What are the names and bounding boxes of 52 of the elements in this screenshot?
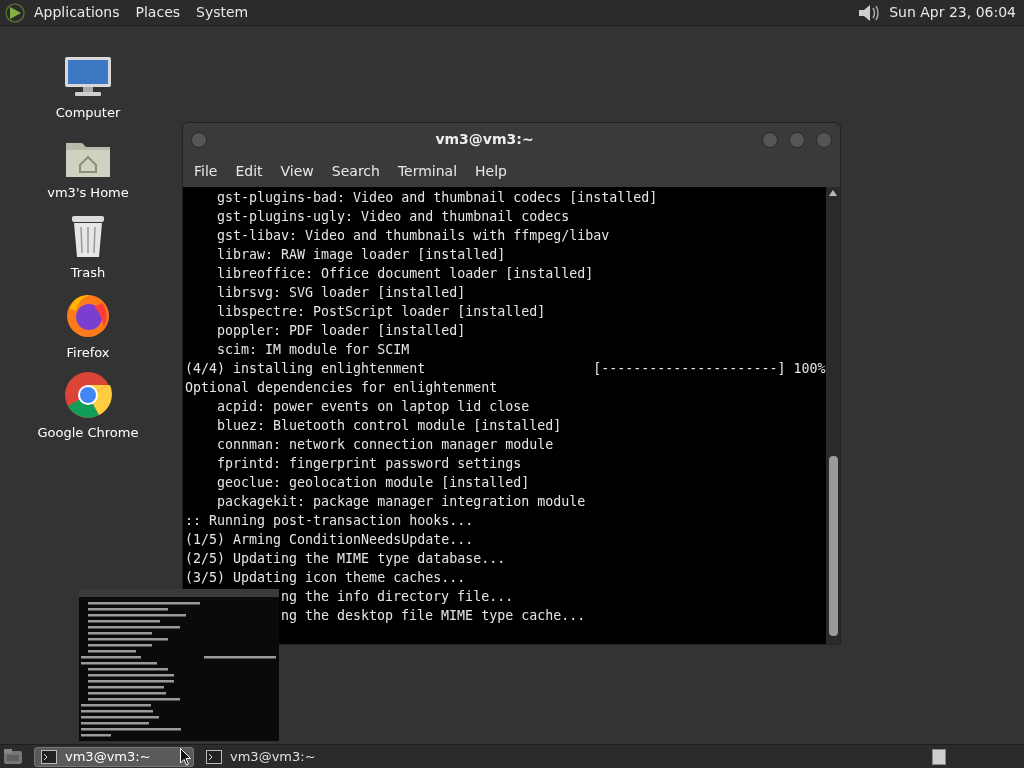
chrome-icon[interactable] xyxy=(64,370,112,419)
terminal-line: gst-plugins-bad: Video and thumbnail codecs [installed] xyxy=(216,190,658,205)
scroll-up-icon[interactable] xyxy=(829,190,837,196)
menu-item[interactable]: View xyxy=(273,161,321,182)
mouse-cursor-icon xyxy=(180,748,191,766)
terminal-line: acpid: power events on laptop lid close xyxy=(216,399,530,414)
terminal-line: gst-libav: Video and thumbnails with ffmpeg/libav xyxy=(216,228,610,243)
terminal-line: (2/5) Updating the MIME type database... xyxy=(185,551,506,566)
menu-item[interactable]: Help xyxy=(468,161,514,182)
terminal-line: libreoffice: Office document loader [installed] xyxy=(216,266,594,281)
terminal-icon xyxy=(41,749,57,764)
terminal-line: fprintd: fingerprint password settings xyxy=(216,456,522,471)
clock[interactable]: Sun Apr 23, 06:04 xyxy=(889,2,1016,23)
menu-item[interactable]: Terminal xyxy=(390,161,465,182)
terminal-line: packagekit: package manager integration module xyxy=(216,494,586,509)
show-desktop-icon[interactable] xyxy=(2,747,24,766)
terminal-line: connman: network connection manager module xyxy=(216,437,554,452)
panel-menu[interactable]: Applications xyxy=(34,2,120,23)
desktop-icon-label[interactable]: vm3's Home xyxy=(47,182,129,202)
desktop-icon-label[interactable]: Computer xyxy=(55,102,121,122)
menu-item[interactable]: Search xyxy=(324,161,387,182)
terminal-line: geoclue: geolocation module [installed] xyxy=(216,475,530,490)
terminal-line: ng the info directory file... xyxy=(281,589,514,604)
desktop-icon-label[interactable]: Trash xyxy=(70,262,106,282)
panel-menu[interactable]: System xyxy=(196,2,249,23)
menu-item[interactable]: File xyxy=(187,161,225,182)
terminal-line: librsvg: SVG loader [installed] xyxy=(216,285,466,300)
desktop-icon-label[interactable]: Firefox xyxy=(66,342,110,362)
terminal-line: gst-plugins-ugly: Video and thumbnail codecs xyxy=(216,209,570,224)
scrollbar-thumb[interactable] xyxy=(828,456,838,636)
terminal-line: :: Running post-transaction hooks... xyxy=(185,513,474,528)
menu-item[interactable]: Edit xyxy=(228,161,270,182)
taskbar-button[interactable]: vm3@vm3:~ xyxy=(34,746,194,767)
menu-logo-icon[interactable] xyxy=(4,1,26,24)
window-title: vm3@vm3:~ xyxy=(434,130,535,149)
terminal-line: ng the desktop file MIME type cache... xyxy=(281,608,586,623)
panel-menu[interactable]: Places xyxy=(135,2,181,23)
terminal-line: libspectre: PostScript loader [installed] xyxy=(216,304,546,319)
terminal-line: libraw: RAW image loader [installed] xyxy=(216,247,506,262)
taskbar-button[interactable]: vm3@vm3:~ xyxy=(200,746,360,767)
terminal-line: Optional dependencies for enlightenment xyxy=(185,380,498,395)
terminal-line: (4/4) installing enlightenment [----------------------] 100% xyxy=(185,361,826,376)
terminal-icon xyxy=(206,749,222,764)
computer-icon[interactable] xyxy=(63,54,113,99)
terminal-line: (3/5) Updating icon theme caches... xyxy=(185,570,466,585)
desktop-icon-label[interactable]: Google Chrome xyxy=(37,422,139,442)
scrollbar[interactable] xyxy=(826,187,840,644)
terminal-line: (1/5) Arming ConditionNeedsUpdate... xyxy=(185,532,474,547)
terminal-line: scim: IM module for SCIM xyxy=(216,342,410,357)
terminal-line: poppler: PDF loader [installed] xyxy=(216,323,466,338)
workspace-switcher[interactable] xyxy=(932,748,946,765)
terminal-line: bluez: Bluetooth control module [installed] xyxy=(216,418,562,433)
